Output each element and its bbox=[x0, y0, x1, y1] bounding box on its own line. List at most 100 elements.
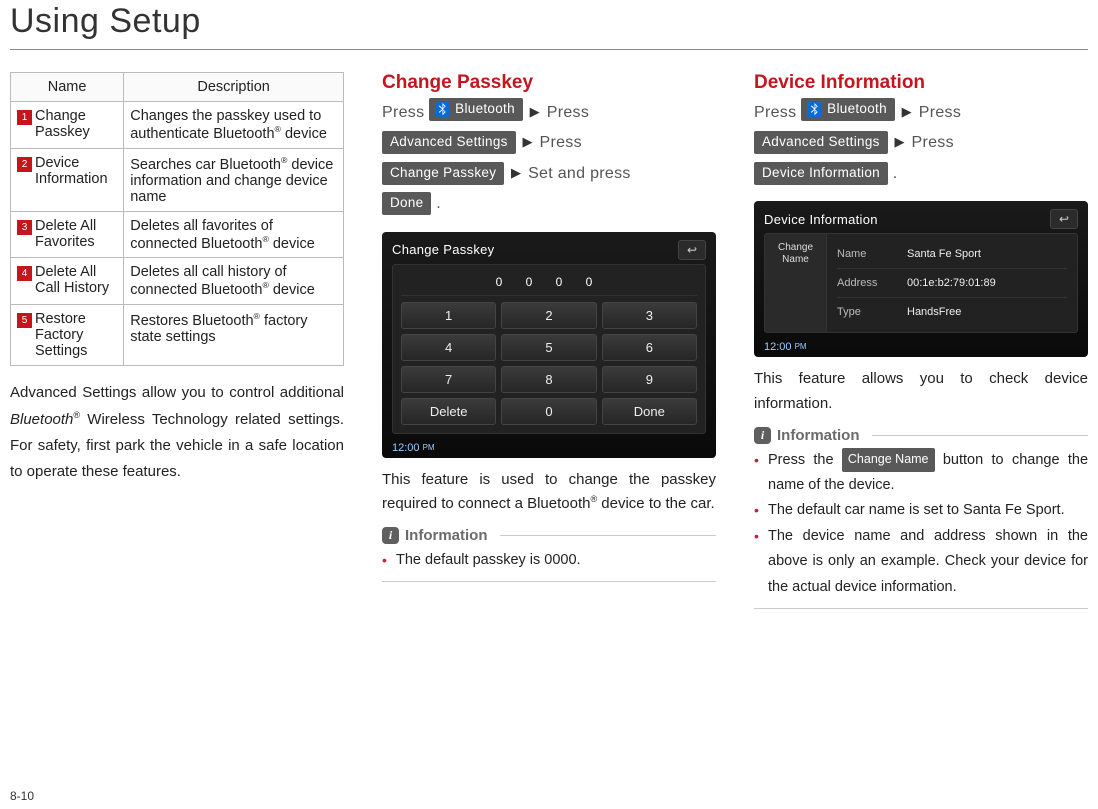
info-item: The default passkey is 0000. bbox=[382, 548, 716, 573]
info-icon: i bbox=[382, 527, 399, 544]
press-label: Press bbox=[919, 104, 961, 121]
press-label: Press bbox=[547, 104, 589, 121]
table-header-name: Name bbox=[11, 73, 124, 102]
keypad-key[interactable]: 4 bbox=[401, 334, 496, 361]
press-label: Press bbox=[754, 104, 796, 121]
clock-ampm: PM bbox=[423, 443, 435, 452]
table-header-desc: Description bbox=[124, 73, 344, 102]
desc-post: device to the car. bbox=[597, 495, 715, 512]
press-label: Press bbox=[382, 104, 424, 121]
period: . bbox=[436, 195, 441, 212]
device-information-desc: This feature allows you to check device … bbox=[754, 367, 1088, 417]
row-number-badge: 4 bbox=[17, 266, 32, 281]
press-label: Press bbox=[912, 134, 954, 151]
middle-column: Change Passkey Press Bluetooth ▶ Press A… bbox=[382, 72, 716, 609]
row-name-label: Device Information bbox=[35, 155, 113, 187]
page-title: Using Setup bbox=[10, 0, 1088, 50]
table-cell-name: 1Change Passkey bbox=[11, 102, 124, 149]
row-number-badge: 5 bbox=[17, 313, 32, 328]
press-label: Press bbox=[540, 134, 582, 151]
keypad-key[interactable]: 5 bbox=[501, 334, 596, 361]
device-info-row: Address00:1e:b2:79:01:89 bbox=[837, 269, 1067, 298]
keypad-key[interactable]: 2 bbox=[501, 302, 596, 329]
keypad-key[interactable]: 8 bbox=[501, 366, 596, 393]
clock-time: 12:00 bbox=[392, 442, 420, 454]
change-passkey-steps: Press Bluetooth ▶ Press Advanced Setting… bbox=[382, 98, 716, 220]
back-button[interactable]: ↩ bbox=[1050, 209, 1078, 229]
information-heading: i Information bbox=[382, 527, 716, 544]
device-info-value: HandsFree bbox=[907, 306, 961, 318]
passkey-display: 0 0 0 0 bbox=[401, 273, 697, 296]
keypad-key[interactable]: 1 bbox=[401, 302, 496, 329]
change-name-side-button[interactable]: Change Name bbox=[765, 234, 827, 332]
para-pre: Advanced Settings allow you to control a… bbox=[10, 384, 344, 401]
ss-title: Change Passkey bbox=[392, 242, 494, 257]
arrow-icon: ▶ bbox=[520, 134, 534, 149]
table-cell-name: 4Delete All Call History bbox=[11, 258, 124, 305]
table-row: 5Restore Factory SettingsRestores Blueto… bbox=[11, 305, 344, 366]
table-row: 2Device Information Searches car Bluetoot… bbox=[11, 148, 344, 211]
clock-ampm: PM bbox=[795, 342, 807, 351]
table-row: 4Delete All Call HistoryDeletes all call… bbox=[11, 258, 344, 305]
advanced-settings-chip: Advanced Settings bbox=[382, 131, 516, 154]
bluetooth-chip-label: Bluetooth bbox=[827, 100, 887, 119]
info-item-pre: Press the bbox=[768, 452, 842, 468]
info-item: Press the Change Name button to change t… bbox=[754, 448, 1088, 499]
table-cell-desc: Deletes all call history of connected Bl… bbox=[124, 258, 344, 305]
content-columns: Name Description 1Change PasskeyChanges … bbox=[10, 72, 1088, 609]
keypad-key[interactable]: 7 bbox=[401, 366, 496, 393]
device-info-row: TypeHandsFree bbox=[837, 298, 1067, 326]
set-and-press-label: Set and press bbox=[528, 165, 631, 182]
table-cell-desc: Deletes all favorites of connected Bluet… bbox=[124, 211, 344, 258]
period: . bbox=[893, 165, 898, 182]
device-info-row: NameSanta Fe Sport bbox=[837, 240, 1067, 269]
device-information-heading: Device Information bbox=[754, 72, 1088, 94]
table-cell-desc: Changes the passkey used to authenticate… bbox=[124, 102, 344, 149]
keypad-key[interactable]: 3 bbox=[602, 302, 697, 329]
device-info-key: Address bbox=[837, 277, 907, 289]
keypad-key[interactable]: 9 bbox=[602, 366, 697, 393]
device-information-screenshot: Device Information ↩ Change Name NameSan… bbox=[754, 201, 1088, 357]
bluetooth-chip-label: Bluetooth bbox=[455, 100, 515, 119]
change-passkey-heading: Change Passkey bbox=[382, 72, 716, 94]
divider bbox=[872, 435, 1089, 436]
divider bbox=[500, 535, 717, 536]
row-name-label: Delete All Call History bbox=[35, 264, 113, 296]
ss-title: Device Information bbox=[764, 212, 878, 227]
device-info-key: Name bbox=[837, 248, 907, 260]
change-name-chip: Change Name bbox=[842, 448, 935, 472]
bluetooth-icon bbox=[807, 102, 822, 117]
change-passkey-screenshot: Change Passkey ↩ 0 0 0 0 123 456 789 Delete… bbox=[382, 232, 716, 458]
table-cell-desc: Restores Bluetooth® factory state settin… bbox=[124, 305, 344, 366]
info-label: Information bbox=[777, 427, 860, 444]
back-button[interactable]: ↩ bbox=[678, 240, 706, 260]
clock-time: 12:00 bbox=[764, 341, 792, 353]
page-number: 8-10 bbox=[10, 789, 34, 803]
info-list: Press the Change Name button to change t… bbox=[754, 448, 1088, 609]
info-list: The default passkey is 0000. bbox=[382, 548, 716, 582]
arrow-icon: ▶ bbox=[892, 134, 906, 149]
clock: 12:00 PM bbox=[764, 337, 1078, 353]
table-cell-name: 3Delete All Favorites bbox=[11, 211, 124, 258]
device-info-key: Type bbox=[837, 306, 907, 318]
clock: 12:00 PM bbox=[392, 438, 706, 454]
settings-table: Name Description 1Change PasskeyChanges … bbox=[10, 72, 344, 366]
change-passkey-desc: This feature is used to change the passk… bbox=[382, 468, 716, 518]
row-name-label: Change Passkey bbox=[35, 108, 113, 140]
right-column: Device Information Press Bluetooth ▶ Pre… bbox=[754, 72, 1088, 609]
row-name-label: Restore Factory Settings bbox=[35, 311, 113, 359]
keypad-key[interactable]: Done bbox=[602, 398, 697, 425]
keypad-key[interactable]: Delete bbox=[401, 398, 496, 425]
advanced-settings-chip: Advanced Settings bbox=[754, 131, 888, 154]
device-info-value: 00:1e:b2:79:01:89 bbox=[907, 277, 996, 289]
keypad-key[interactable]: 0 bbox=[501, 398, 596, 425]
device-info-value: Santa Fe Sport bbox=[907, 248, 981, 260]
device-info-rows: NameSanta Fe SportAddress00:1e:b2:79:01:… bbox=[827, 234, 1077, 332]
row-number-badge: 1 bbox=[17, 110, 32, 125]
left-column: Name Description 1Change PasskeyChanges … bbox=[10, 72, 344, 609]
table-cell-desc: Searches car Bluetooth® device informati… bbox=[124, 148, 344, 211]
keypad-key[interactable]: 6 bbox=[602, 334, 697, 361]
row-name-label: Delete All Favorites bbox=[35, 218, 113, 250]
keypad: 123 456 789 Delete0Done bbox=[401, 302, 697, 425]
row-number-badge: 2 bbox=[17, 157, 32, 172]
